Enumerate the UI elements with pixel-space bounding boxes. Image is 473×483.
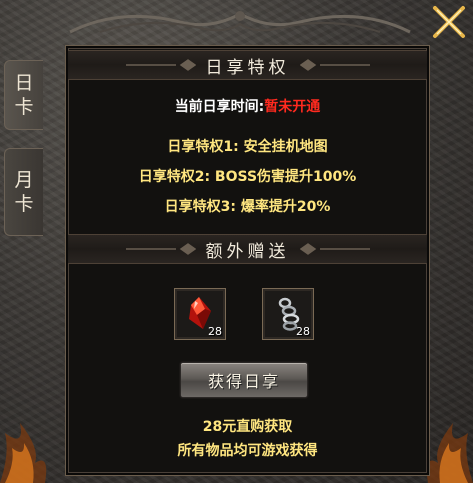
header-ornament-right-icon [299,59,370,71]
flame-decoration-left-icon [0,423,47,483]
perk-2: 日享特权2: BOSS伤害提升100% [138,169,357,185]
tab-monthly-card[interactable]: 月 卡 [4,148,43,236]
current-time-row: 当前日享时间:暂未开通 [68,96,427,116]
item-count-silver-chain: 28 [296,325,310,338]
header-ornament-left-icon [125,59,196,71]
perk-1: 日享特权1: 安全挂机地图 [167,139,328,155]
privilege-header: 日享特权 [68,50,427,80]
get-daily-button[interactable]: 获得日享 [180,362,308,398]
window-frame: 日 卡 月 卡 日享特权 当前日享时间:暂未开通 日享特权1: 安全挂机地图 日… [0,0,473,483]
extra-gift-header: 额外赠送 [68,234,427,264]
crossed-swords-close-icon [433,6,465,38]
item-slot-silver-chain[interactable]: 28 [262,288,314,340]
extra-gift-title: 额外赠送 [205,241,290,262]
close-button[interactable] [429,2,469,42]
tab-daily-label-bottom: 卡 [14,96,34,118]
header-ornament-right-icon [299,243,370,255]
tab-daily-label-top: 日 [14,72,34,94]
purchase-price-text: 28元直购获取 [202,419,293,435]
tab-daily-card[interactable]: 日 卡 [4,60,43,130]
tab-monthly-label-top: 月 [14,169,34,191]
top-ornament-icon [69,11,411,34]
current-time-value: 暂未开通 [264,99,321,115]
tab-monthly-label-bottom: 卡 [14,193,34,215]
header-ornament-left-icon [125,243,196,255]
item-slot-red-gem[interactable]: 28 [174,288,226,340]
current-time-label: 当前日享时间: [174,99,265,115]
privilege-panel: 日享特权 当前日享时间:暂未开通 日享特权1: 安全挂机地图 日享特权2: BO… [66,46,429,475]
perk-3: 日享特权3: 爆率提升20% [164,199,331,215]
item-count-red-gem: 28 [208,325,222,338]
privilege-title: 日享特权 [205,57,290,78]
items-obtainable-note: 所有物品均可游戏获得 [177,443,318,459]
